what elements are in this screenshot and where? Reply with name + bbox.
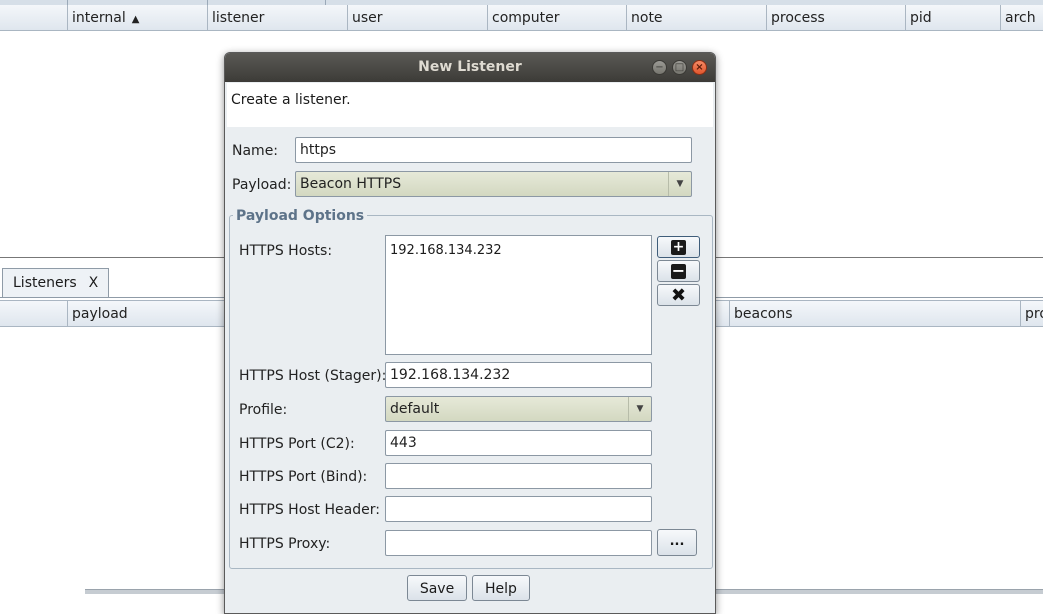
tab-listeners-label: Listeners [13, 275, 77, 291]
dialog-description-area: Create a listener. [227, 83, 713, 127]
clear-icon: ✖ [671, 285, 687, 306]
port-bind-input[interactable] [385, 463, 652, 489]
proxy-label: HTTPS Proxy: [239, 536, 331, 552]
profile-select[interactable]: default ▼ [385, 396, 652, 422]
host-stager-input[interactable]: 192.168.134.232 [385, 362, 652, 388]
dialog-title: New Listener [418, 59, 522, 75]
port-bind-label: HTTPS Port (Bind): [239, 469, 368, 485]
column-header-beacons[interactable]: beacons [729, 301, 1020, 326]
column-header-arch[interactable]: arch [1000, 5, 1043, 30]
profile-label: Profile: [239, 402, 288, 418]
dialog-titlebar[interactable]: New Listener − □ × [225, 53, 715, 82]
minimize-icon[interactable]: − [652, 60, 667, 75]
column-header-pid[interactable]: pid [905, 5, 1000, 30]
payload-label: Payload: [232, 177, 292, 193]
name-input[interactable]: https [295, 137, 692, 163]
column-header-computer[interactable]: computer [487, 5, 626, 30]
help-button[interactable]: Help [472, 575, 530, 601]
dialog-description: Create a listener. [231, 92, 351, 108]
column-header-note[interactable]: note [626, 5, 766, 30]
sessions-table-header: internal ▲ listener user computer note pr… [0, 5, 1043, 31]
https-hosts-label: HTTPS Hosts: [239, 243, 333, 259]
column-header-select[interactable] [0, 5, 68, 30]
dropdown-arrow-icon: ▼ [668, 172, 691, 196]
column-header-profile[interactable]: pro [1020, 301, 1043, 326]
https-hosts-list[interactable]: 192.168.134.232 [385, 235, 652, 355]
clear-hosts-button[interactable]: ✖ [657, 284, 700, 306]
dropdown-arrow-icon: ▼ [628, 397, 651, 421]
host-stager-label: HTTPS Host (Stager): [239, 368, 387, 384]
proxy-settings-button[interactable]: ... [657, 529, 697, 556]
host-header-input[interactable] [385, 496, 652, 522]
sort-ascending-icon: ▲ [131, 14, 140, 25]
name-label: Name: [232, 143, 279, 159]
port-c2-input[interactable]: 443 [385, 430, 652, 456]
port-c2-label: HTTPS Port (C2): [239, 436, 355, 452]
payload-select[interactable]: Beacon HTTPS ▼ [295, 171, 692, 197]
ellipsis-icon: ... [669, 534, 685, 549]
tab-close-icon[interactable]: X [89, 275, 99, 291]
add-host-button[interactable]: + [657, 236, 700, 258]
column-header-user[interactable]: user [347, 5, 487, 30]
column-header-process[interactable]: process [766, 5, 905, 30]
maximize-icon[interactable]: □ [672, 60, 687, 75]
close-icon[interactable]: × [692, 60, 707, 75]
host-header-label: HTTPS Host Header: [239, 502, 380, 518]
remove-host-button[interactable]: − [657, 260, 700, 282]
list-item[interactable]: 192.168.134.232 [390, 243, 502, 258]
profile-select-value: default [390, 401, 440, 417]
new-listener-dialog: New Listener − □ × Create a listener. Na… [224, 52, 716, 614]
column-header-name[interactable] [0, 301, 68, 326]
save-button[interactable]: Save [407, 575, 467, 601]
payload-options-title: Payload Options [233, 208, 368, 224]
plus-icon: + [671, 239, 686, 255]
payload-select-value: Beacon HTTPS [300, 176, 402, 192]
column-header-internal[interactable]: internal ▲ [67, 5, 208, 30]
column-header-listener[interactable]: listener [207, 5, 347, 30]
column-header-internal-label: internal [72, 10, 126, 26]
minus-icon: − [671, 261, 686, 280]
proxy-input[interactable] [385, 530, 652, 556]
tab-listeners[interactable]: Listeners X [2, 268, 110, 297]
